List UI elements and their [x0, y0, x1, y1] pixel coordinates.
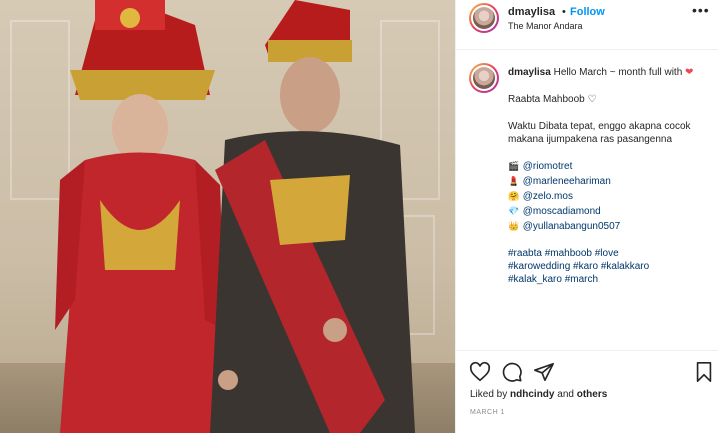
- share-icon[interactable]: [533, 361, 555, 383]
- hashtags: #raabta #mahboob #love #karowedding #kar…: [508, 247, 713, 286]
- groom-figure: [210, 0, 415, 433]
- credit-item: 💄 @marleneehariman: [508, 175, 713, 190]
- credits-list: 🎬 @riomotret 💄 @marleneehariman 🤗 @zelo.…: [508, 160, 713, 235]
- likes-summary: Liked by ndhcindy and others: [470, 389, 607, 400]
- gem-icon: 💎: [508, 206, 520, 216]
- crown-icon: 👑: [508, 221, 520, 231]
- liked-by-user[interactable]: ndhcindy: [510, 389, 554, 400]
- caption-line2: Raabta Mahboob ♡: [508, 94, 597, 105]
- post-photo[interactable]: [0, 0, 455, 433]
- post-date[interactable]: MARCH 1: [470, 409, 505, 416]
- hashtag-line[interactable]: #kalak_karo #march: [508, 273, 713, 286]
- avatar[interactable]: [469, 3, 499, 33]
- caption-text: dmaylisa Hello March ~ month full with ❤…: [508, 66, 713, 286]
- post-side-panel: dmaylisa • Follow The Manor Andara ••• d…: [455, 0, 718, 433]
- more-options-icon[interactable]: •••: [692, 2, 710, 18]
- hashtag-line[interactable]: #karowedding #karo #kalakkaro: [508, 260, 713, 273]
- avatar[interactable]: [469, 63, 499, 93]
- likes-and: and: [557, 389, 574, 400]
- mention-link[interactable]: @marleneehariman: [523, 176, 611, 187]
- heart-emoji-icon: ❤: [685, 67, 694, 78]
- credit-item: 💎 @moscadiamond: [508, 205, 713, 220]
- mention-link[interactable]: @riomotret: [523, 161, 573, 172]
- mention-link[interactable]: @zelo.mos: [523, 191, 573, 202]
- couple-illustration: [55, 0, 415, 433]
- like-heart-icon[interactable]: [469, 361, 491, 383]
- liked-by-others[interactable]: others: [577, 389, 608, 400]
- follow-button[interactable]: Follow: [570, 6, 605, 18]
- credit-item: 🎬 @riomotret: [508, 160, 713, 175]
- caption-line1: Hello March ~ month full with: [553, 67, 683, 78]
- lipstick-icon: 💄: [508, 176, 520, 186]
- caption-username[interactable]: dmaylisa: [508, 67, 551, 78]
- clapper-icon: 🎬: [508, 161, 520, 171]
- bride-figure: [55, 0, 230, 433]
- location-link[interactable]: The Manor Andara: [508, 21, 583, 31]
- caption-area: dmaylisa Hello March ~ month full with ❤…: [456, 50, 718, 350]
- likes-prefix: Liked by: [470, 389, 508, 400]
- post-header: dmaylisa • Follow The Manor Andara •••: [456, 0, 718, 50]
- caption-line3: Waktu Dibata tepat, enggo akapna cocok m…: [508, 121, 691, 145]
- bookmark-icon[interactable]: [693, 361, 715, 383]
- caption-first-line: dmaylisa Hello March ~ month full with ❤: [508, 66, 713, 79]
- mention-link[interactable]: @yullanabangun0507: [523, 221, 620, 232]
- mention-link[interactable]: @moscadiamond: [523, 206, 601, 217]
- comment-icon[interactable]: [501, 361, 523, 383]
- hugging-face-icon: 🤗: [508, 191, 520, 201]
- action-bar: Liked by ndhcindy and others MARCH 1: [456, 350, 718, 433]
- username[interactable]: dmaylisa: [508, 6, 555, 18]
- hashtag-line[interactable]: #raabta #mahboob #love: [508, 247, 713, 260]
- credit-item: 👑 @yullanabangun0507: [508, 220, 713, 235]
- separator-dot: •: [562, 6, 566, 18]
- credit-item: 🤗 @zelo.mos: [508, 190, 713, 205]
